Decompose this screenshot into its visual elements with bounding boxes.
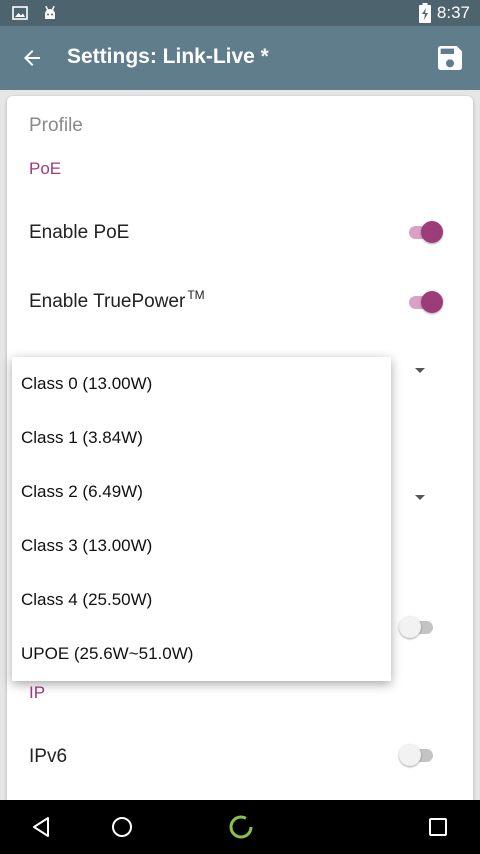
enable-truepower-label: Enable TruePower TM	[29, 288, 205, 313]
ipv6-toggle[interactable]	[399, 743, 435, 767]
image-notification-icon	[12, 6, 28, 20]
battery-charging-icon	[418, 3, 431, 23]
poe-class-dropdown: Class 0 (13.00W) Class 1 (3.84W) Class 2…	[12, 357, 391, 681]
chevron-down-icon[interactable]	[415, 368, 425, 373]
dropdown-option-class-3[interactable]: Class 3 (13.00W)	[12, 519, 391, 573]
dropdown-option-class-1[interactable]: Class 1 (3.84W)	[12, 411, 391, 465]
save-icon[interactable]	[434, 42, 466, 74]
arrow-back-icon[interactable]	[20, 46, 44, 70]
status-bar: 8:37	[0, 0, 480, 26]
status-time: 8:37	[436, 3, 470, 22]
poe-section-header: PoE	[29, 159, 62, 178]
hidden-setting-toggle[interactable]	[399, 615, 435, 639]
navigation-bar	[0, 800, 480, 854]
nav-recents-icon[interactable]	[426, 815, 450, 839]
notification-icons	[12, 5, 58, 21]
nav-home-icon[interactable]	[110, 815, 134, 839]
dropdown-option-class-0[interactable]: Class 0 (13.00W)	[12, 357, 391, 411]
android-notification-icon	[45, 5, 55, 19]
toggle-thumb	[421, 291, 443, 313]
enable-poe-label: Enable PoE	[29, 222, 130, 243]
profile-heading: Profile	[29, 115, 83, 136]
assistant-ring-icon[interactable]	[227, 813, 255, 841]
ip-section-header: IP	[29, 683, 46, 702]
app-bar: Settings: Link-Live *	[0, 26, 480, 90]
dropdown-option-class-2[interactable]: Class 2 (6.49W)	[12, 465, 391, 519]
dropdown-option-upoe[interactable]: UPOE (25.6W~51.0W)	[12, 627, 391, 681]
toggle-thumb	[399, 616, 421, 638]
status-right: 8:37	[418, 3, 470, 23]
enable-truepower-text: Enable TruePower	[29, 291, 186, 312]
enable-poe-toggle[interactable]	[407, 220, 443, 244]
ipv6-label: IPv6	[29, 746, 68, 767]
page-title: Settings: Link-Live *	[67, 45, 269, 68]
trademark-symbol: TM	[187, 288, 205, 302]
chevron-down-icon[interactable]	[415, 495, 425, 500]
nav-back-icon[interactable]	[29, 815, 53, 839]
dropdown-option-class-4[interactable]: Class 4 (25.50W)	[12, 573, 391, 627]
toggle-thumb	[399, 744, 421, 766]
toggle-thumb	[421, 221, 443, 243]
enable-truepower-toggle[interactable]	[407, 290, 443, 314]
